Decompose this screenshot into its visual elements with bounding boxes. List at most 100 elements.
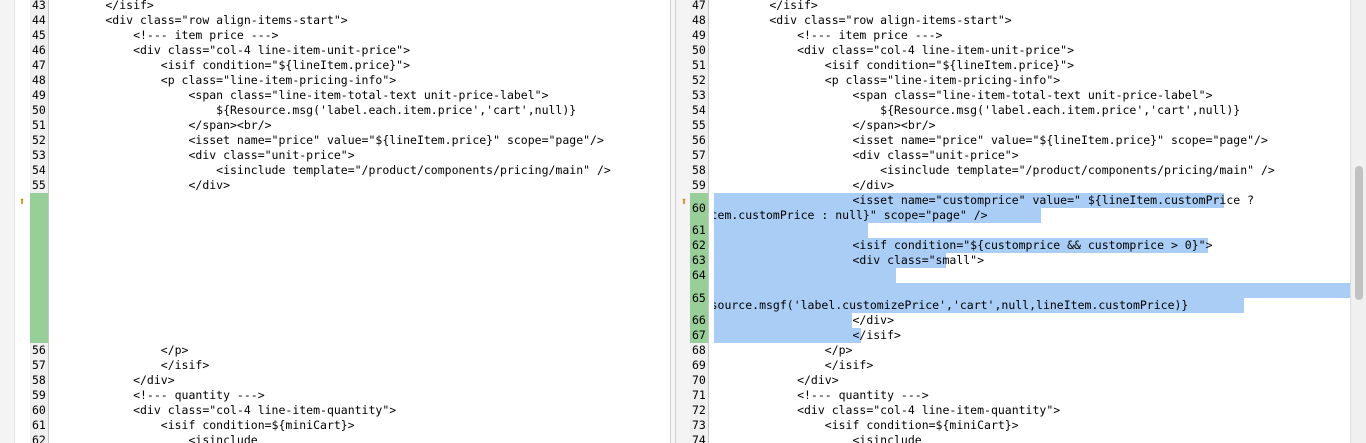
right-change-gutter — [676, 0, 691, 443]
line-number: 56 — [692, 133, 706, 147]
line-number: 47 — [32, 58, 46, 72]
left-added-placeholder-bar — [30, 193, 48, 343]
code-line: <div class="row align-items-start"> — [714, 13, 1012, 27]
line-number: 71 — [692, 388, 706, 402]
right-diff-pane[interactable]: ⬆ 47 48 49 50 51 52 53 54 55 56 57 58 59 60 61 62 63 64 65… — [676, 0, 1350, 443]
code-line: ${Resource.msg('label.each.item.price','… — [50, 103, 577, 117]
line-number: 67 — [690, 328, 708, 343]
line-number: 44 — [32, 13, 46, 27]
line-number: 53 — [32, 148, 46, 162]
code-line: </isif> — [714, 328, 901, 343]
code-line: <div class="col-4 line-item-quantity"> — [714, 403, 1061, 417]
code-line: <isif condition="${lineItem.price}"> — [714, 58, 1075, 72]
line-number: 52 — [692, 73, 706, 87]
line-number: 55 — [692, 118, 706, 132]
line-number: 51 — [32, 118, 46, 132]
code-line: <isif condition="${customprice && custom… — [714, 238, 1213, 253]
line-number: 50 — [692, 43, 706, 57]
code-line: </span><br/> — [714, 118, 936, 132]
code-line — [714, 223, 868, 238]
code-line: <isinclude — [50, 433, 258, 443]
code-line: </div> — [714, 313, 895, 328]
code-line: ${Resource.msg('label.each.item.price','… — [714, 103, 1241, 117]
line-number: 61 — [690, 223, 708, 238]
line-number: 53 — [692, 88, 706, 102]
line-number: 47 — [692, 0, 706, 12]
line-number: 59 — [692, 178, 706, 192]
code-line: <isset name="customprice" value=" ${line… — [714, 193, 1255, 208]
code-line: <isinclude template="/product/components… — [50, 163, 611, 177]
line-number: 58 — [692, 163, 706, 177]
code-line: </div> — [714, 373, 839, 387]
vertical-scrollbar[interactable] — [1350, 0, 1366, 443]
code-line: ${Resource.msgf('label.customizePrice','… — [714, 298, 1244, 313]
code-line: </div> — [714, 178, 895, 192]
code-line: <isif condition=${miniCart}> — [50, 418, 355, 432]
code-line: <isinclude — [714, 433, 922, 443]
line-number: 72 — [692, 403, 706, 417]
line-number: 61 — [32, 418, 46, 432]
line-number: 45 — [32, 28, 46, 42]
line-number: 66 — [690, 313, 708, 328]
code-line: <isif condition="${lineItem.price}"> — [50, 58, 411, 72]
line-number: 73 — [692, 418, 706, 432]
code-line: </div> — [50, 178, 231, 192]
code-line: </isif> — [714, 0, 818, 12]
line-number: 60 — [690, 193, 708, 223]
code-line: <isset name="price" value="${lineItem.pr… — [50, 133, 604, 147]
line-number: 64 — [690, 268, 708, 283]
line-number: 48 — [32, 73, 46, 87]
left-code-area[interactable]: </isif> <div class="row align-items-star… — [50, 0, 670, 443]
code-line: <div class="col-4 line-item-unit-price"> — [50, 43, 411, 57]
left-change-gutter — [0, 0, 15, 443]
line-number: 49 — [692, 28, 706, 42]
line-number: 54 — [692, 103, 706, 117]
code-line: <div class="small"> — [714, 253, 985, 268]
line-number: 51 — [692, 58, 706, 72]
code-line: <div class="col-4 line-item-unit-price"> — [714, 43, 1075, 57]
line-number: 62 — [690, 238, 708, 253]
code-line: <span class="line-item-total-text unit-p… — [714, 88, 1213, 102]
code-line — [714, 283, 1350, 298]
code-line: </p> — [50, 343, 189, 357]
line-number: 59 — [32, 388, 46, 402]
line-number: 49 — [32, 88, 46, 102]
code-line: <!--- quantity ---> — [50, 388, 265, 402]
line-number: 68 — [692, 343, 706, 357]
line-number: 74 — [692, 433, 706, 443]
code-line — [714, 268, 896, 283]
right-code-area[interactable]: </isif> <div class="row align-items-star… — [714, 0, 1350, 443]
code-line: <!--- item price ---> — [50, 28, 279, 42]
line-number: 62 — [32, 433, 46, 443]
line-number: 60 — [32, 403, 46, 417]
code-line: </div> — [50, 373, 175, 387]
left-diff-pane[interactable]: ⬆ 43 44 45 46 47 48 49 50 51 52 53 54 55 56 57 58 59 60 61… — [0, 0, 670, 443]
code-line: <div class="unit-price"> — [50, 148, 355, 162]
line-number: 65 — [690, 283, 708, 313]
line-number: 70 — [692, 373, 706, 387]
code-line: <isset name="price" value="${lineItem.pr… — [714, 133, 1268, 147]
code-line: <p class="line-item-pricing-info"> — [714, 73, 1061, 87]
line-number: 50 — [32, 103, 46, 117]
code-line: <isif condition=${miniCart}> — [714, 418, 1019, 432]
code-line: <div class="col-4 line-item-quantity"> — [50, 403, 397, 417]
line-number: 54 — [32, 163, 46, 177]
change-arrow-icon[interactable]: ⬆ — [16, 194, 28, 209]
line-number: 69 — [692, 358, 706, 372]
line-number: 63 — [690, 253, 708, 268]
code-line: <p class="line-item-pricing-info"> — [50, 73, 397, 87]
code-line: </span><br/> — [50, 118, 272, 132]
code-line: </isif> — [50, 358, 210, 372]
change-arrow-icon[interactable]: ⬆ — [678, 194, 690, 209]
code-line: <!--- quantity ---> — [714, 388, 929, 402]
code-line: lineItem.customPrice : null}" scope="pag… — [714, 208, 1041, 223]
code-line: <span class="line-item-total-text unit-p… — [50, 88, 549, 102]
code-line: </p> — [714, 343, 853, 357]
line-number: 43 — [32, 0, 46, 12]
line-number: 57 — [32, 358, 46, 372]
line-number: 58 — [32, 373, 46, 387]
line-number: 52 — [32, 133, 46, 147]
line-number: 56 — [32, 343, 46, 357]
code-line: </isif> — [714, 358, 874, 372]
scrollbar-thumb[interactable] — [1355, 166, 1363, 300]
